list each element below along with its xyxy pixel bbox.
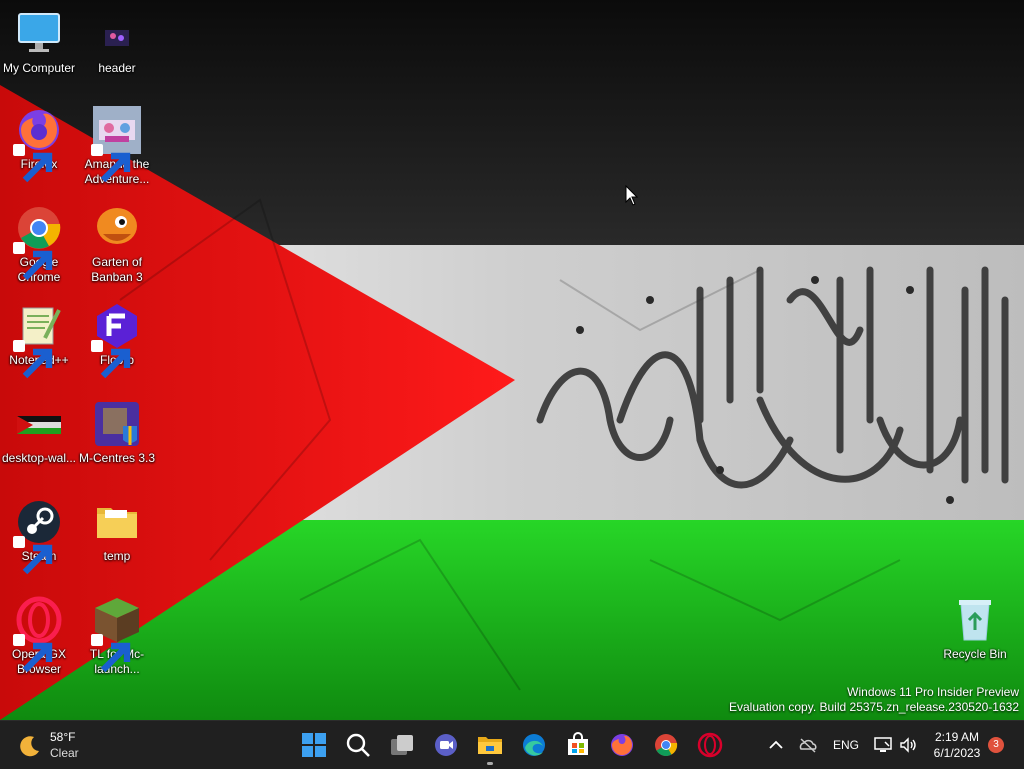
edge-icon xyxy=(523,734,545,756)
network-icon xyxy=(874,737,892,752)
onedrive-offline-icon xyxy=(799,738,817,753)
clock-time: 2:19 AM xyxy=(934,730,980,744)
shortcut-arrow-icon xyxy=(91,340,131,379)
monitor-icon xyxy=(15,10,63,58)
taskbar-clock[interactable]: 2:19 AM 6/1/2023 xyxy=(922,729,992,761)
desktop-icon-m-centres[interactable]: M-Centres 3.3 xyxy=(78,400,156,466)
notification-badge[interactable]: 3 xyxy=(988,737,1004,753)
file-explorer-button[interactable] xyxy=(474,729,506,765)
desktop-icon-garten-of-banban-3[interactable]: Garten of Banban 3 xyxy=(78,204,156,285)
mcentres-icon xyxy=(93,400,141,448)
onedrive-tray-button[interactable] xyxy=(798,735,818,755)
input-language-indicator[interactable]: ENG xyxy=(833,738,859,752)
file-explorer-icon xyxy=(478,737,502,754)
start-button[interactable] xyxy=(298,729,330,761)
desktop-icon-steam[interactable]: Steam xyxy=(0,498,78,575)
desktop-icon-firefox[interactable]: Firefox xyxy=(0,106,78,183)
image-file-icon xyxy=(15,400,63,448)
mouse-cursor-icon xyxy=(625,185,639,206)
windows-evaluation-watermark: Windows 11 Pro Insider Preview Evaluatio… xyxy=(729,685,1019,715)
firefox-icon xyxy=(13,106,63,183)
game-thumbnail-icon xyxy=(91,106,141,183)
banban-icon xyxy=(93,204,141,252)
watermark-edition: Windows 11 Pro Insider Preview xyxy=(847,685,1019,699)
desktop-icon-my-computer[interactable]: My Computer xyxy=(0,10,78,76)
minecraft-icon xyxy=(91,596,141,673)
chat-icon xyxy=(435,734,457,756)
desktop-icon-recycle-bin[interactable]: Recycle Bin xyxy=(936,596,1014,662)
task-view-button[interactable] xyxy=(386,729,418,761)
weather-condition: Clear xyxy=(50,746,79,760)
shortcut-arrow-icon xyxy=(13,242,53,281)
desktop-icon-google-chrome[interactable]: Google Chrome xyxy=(0,204,78,285)
desktop-icon-floorp[interactable]: Floorp xyxy=(78,302,156,379)
chrome-icon xyxy=(655,734,678,756)
chrome-taskbar-button[interactable] xyxy=(650,729,682,761)
opera-icon xyxy=(697,732,723,758)
network-tray-button[interactable] xyxy=(873,735,893,755)
chrome-icon xyxy=(13,204,63,281)
weather-temperature: 58°F xyxy=(50,730,76,744)
start-icon xyxy=(302,733,326,757)
watermark-build: Evaluation copy. Build 25375.zn_release.… xyxy=(729,700,1019,714)
shortcut-arrow-icon xyxy=(13,634,53,673)
search-icon xyxy=(346,733,370,757)
folder-icon xyxy=(93,498,141,546)
store-icon xyxy=(568,732,588,755)
search-button[interactable] xyxy=(342,729,374,761)
recycle-bin-icon xyxy=(951,596,999,644)
moon-icon xyxy=(20,736,39,757)
taskbar: 58°F Clear ENG 2:19 AM 6/1/2023 3 xyxy=(0,720,1024,769)
chevron-up-icon xyxy=(769,740,783,749)
desktop-icon-header[interactable]: header xyxy=(78,10,156,76)
shortcut-arrow-icon xyxy=(13,144,53,183)
show-hidden-icons-button[interactable] xyxy=(766,735,786,755)
firefox-taskbar-button[interactable] xyxy=(606,729,638,761)
clock-date: 6/1/2023 xyxy=(933,746,981,760)
chat-button[interactable] xyxy=(430,729,462,761)
speaker-icon xyxy=(900,737,916,753)
desktop-icon-notepadpp[interactable]: Notepad++ xyxy=(0,302,78,379)
volume-tray-button[interactable] xyxy=(898,735,918,755)
floorp-icon xyxy=(91,302,141,379)
firefox-icon xyxy=(611,734,633,756)
running-indicator xyxy=(487,762,493,765)
opera-taskbar-button[interactable] xyxy=(694,729,726,761)
task-view-icon xyxy=(391,735,413,755)
notepadpp-icon xyxy=(13,302,63,379)
desktop-icon-desktop-wallpaper[interactable]: desktop-wal... xyxy=(0,400,78,466)
desktop-icon-tl-minecraft-launcher[interactable]: TL for Mc-launch... xyxy=(78,596,156,677)
shortcut-arrow-icon xyxy=(91,634,131,673)
edge-button[interactable] xyxy=(518,729,550,761)
desktop-icon-temp-folder[interactable]: temp xyxy=(78,498,156,564)
steam-icon xyxy=(13,498,63,575)
shortcut-arrow-icon xyxy=(13,340,53,379)
desktop-icon-opera-gx[interactable]: Opera GX Browser xyxy=(0,596,78,677)
image-icon xyxy=(93,10,141,58)
shortcut-arrow-icon xyxy=(91,144,131,183)
desktop-icon-amanda-the-adventurer[interactable]: Amanda the Adventure... xyxy=(78,106,156,187)
shortcut-arrow-icon xyxy=(13,536,53,575)
opera-gx-icon xyxy=(13,596,63,673)
store-button[interactable] xyxy=(562,729,594,761)
